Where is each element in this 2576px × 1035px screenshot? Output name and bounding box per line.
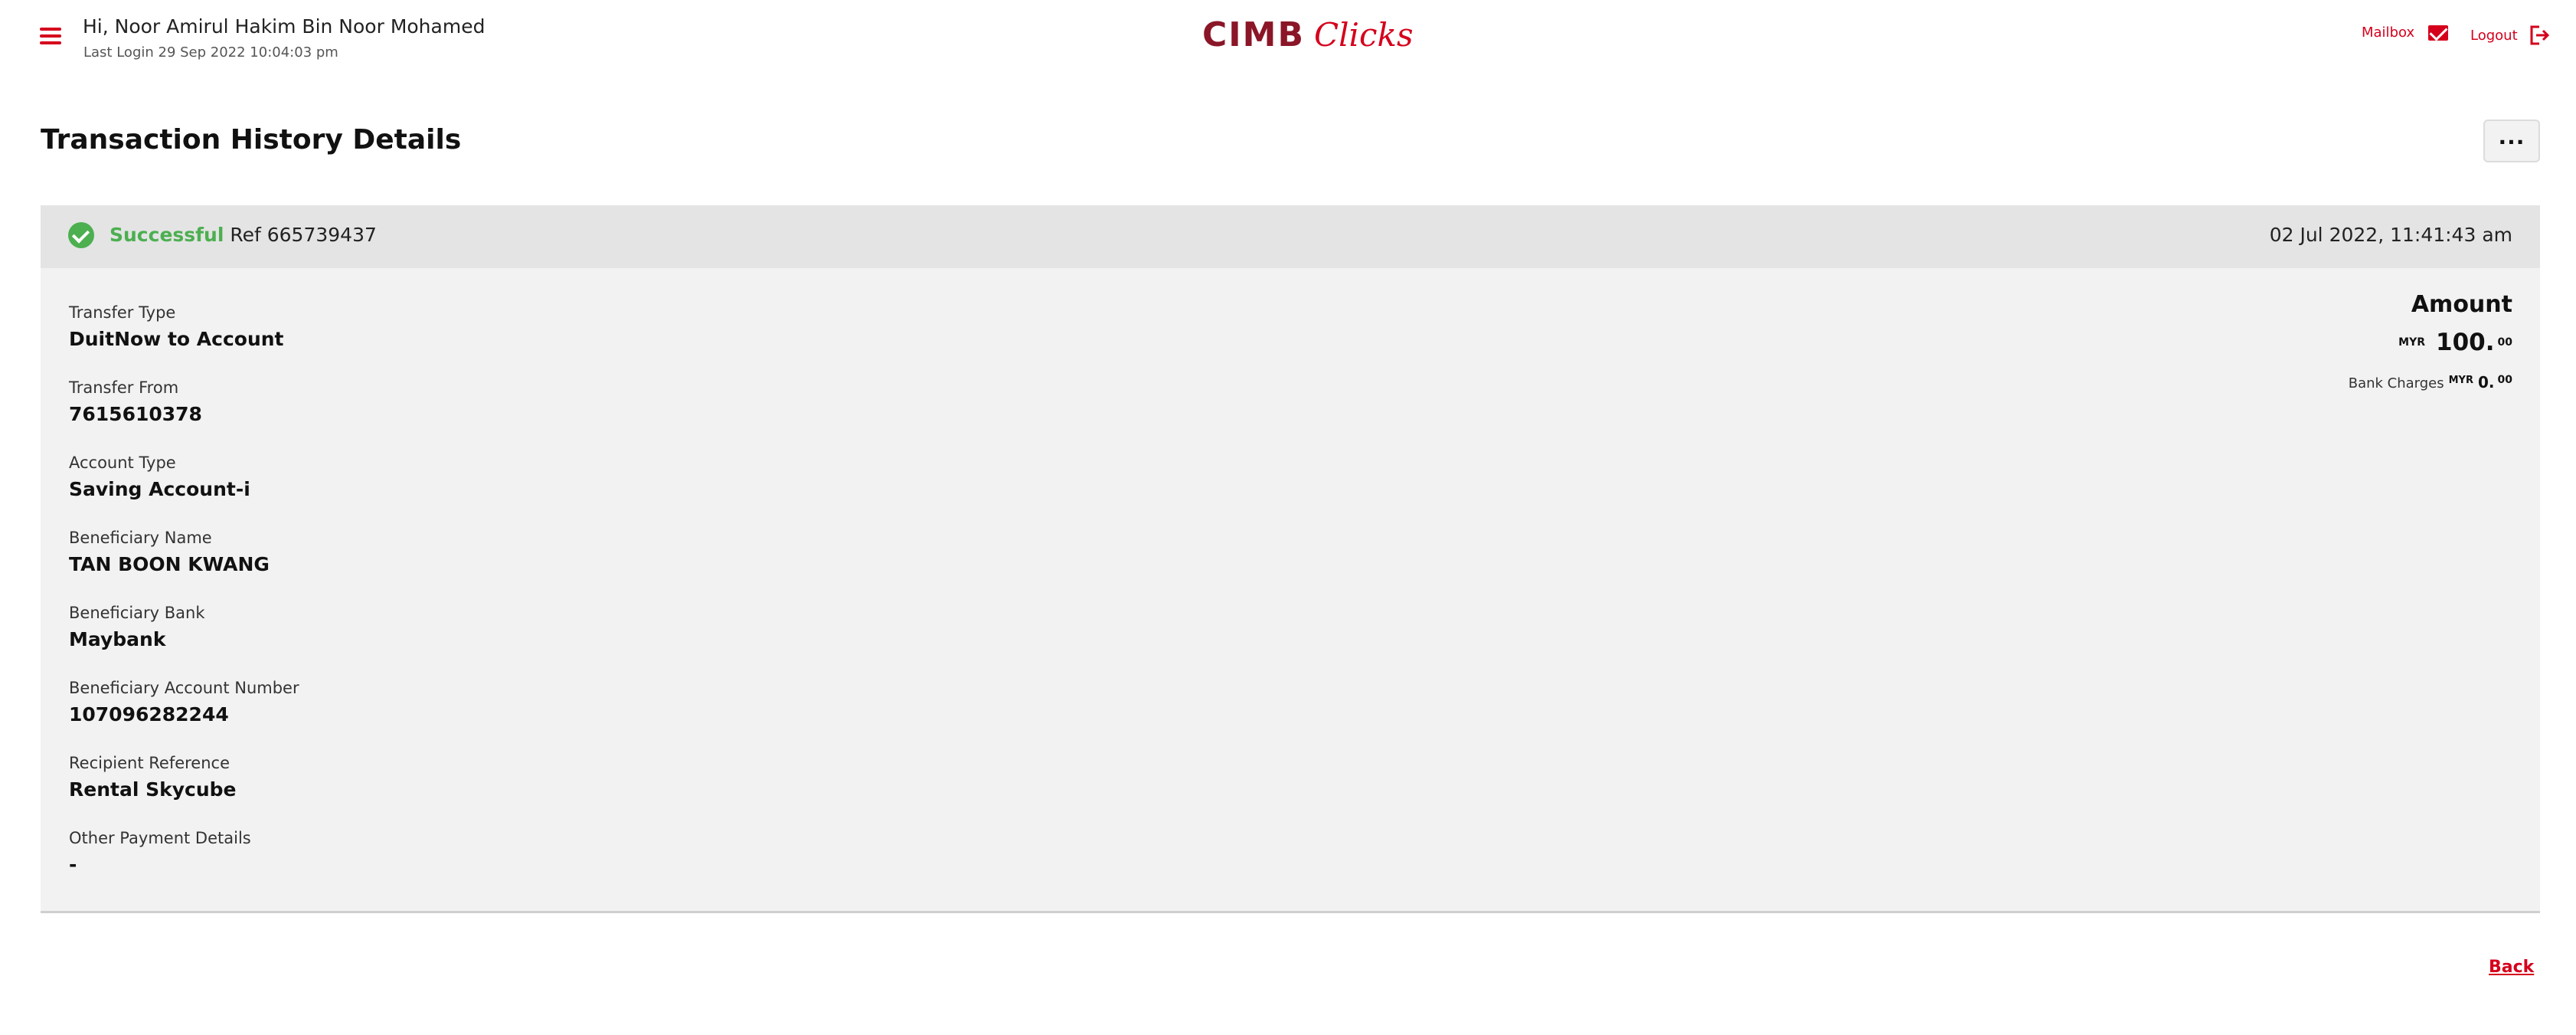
field-label: Beneficiary Name <box>69 529 212 547</box>
amount-label: Amount <box>2411 291 2512 318</box>
logo-clicks-text: Clicks <box>1313 16 1414 54</box>
bank-charges-whole: 0. <box>2478 373 2495 391</box>
field-transfer-type: Transfer Type DuitNow to Account <box>69 303 284 350</box>
user-greeting: Hi, Noor Amirul Hakim Bin Noor Mohamed <box>83 15 485 38</box>
bank-charges-decimal: 00 <box>2497 373 2512 386</box>
field-value: - <box>69 853 77 876</box>
mailbox-label: Mailbox <box>2362 25 2415 41</box>
amount-whole: 100. <box>2436 329 2495 356</box>
logo-cimb-text: CIMB <box>1202 15 1305 54</box>
field-label: Recipient Reference <box>69 754 230 772</box>
field-label: Beneficiary Account Number <box>69 679 299 697</box>
status-bar: Successful Ref 665739437 02 Jul 2022, 11… <box>41 205 2540 268</box>
menu-icon[interactable] <box>40 28 61 44</box>
top-header: Hi, Noor Amirul Hakim Bin Noor Mohamed L… <box>0 0 2576 84</box>
logout-label: Logout <box>2470 27 2518 44</box>
mailbox-link[interactable]: Mailbox <box>2362 25 2449 41</box>
check-circle-icon <box>68 222 94 248</box>
transaction-details-card: Successful Ref 665739437 02 Jul 2022, 11… <box>41 205 2540 913</box>
bank-charges-label: Bank Charges <box>2348 375 2444 391</box>
logout-icon <box>2529 25 2550 46</box>
transaction-datetime: 02 Jul 2022, 11:41:43 am <box>2269 224 2512 246</box>
mail-icon <box>2428 25 2449 41</box>
status-text: Successful Ref 665739437 <box>110 224 377 246</box>
field-value: 7615610378 <box>69 403 202 425</box>
more-options-button[interactable]: ... <box>2483 120 2540 162</box>
field-recipient-reference: Recipient Reference Rental Skycube <box>69 754 237 801</box>
field-beneficiary-bank: Beneficiary Bank Maybank <box>69 604 205 650</box>
field-label: Transfer Type <box>69 303 176 322</box>
field-label: Other Payment Details <box>69 829 251 847</box>
bank-charges: Bank Charges MYR 0. 00 <box>2349 373 2512 391</box>
bank-charges-currency: MYR <box>2448 374 2473 386</box>
reference-number: Ref 665739437 <box>230 224 377 246</box>
field-value: Rental Skycube <box>69 778 237 801</box>
amount-decimal: 00 <box>2497 336 2512 349</box>
back-link[interactable]: Back <box>2489 958 2534 977</box>
field-label: Beneficiary Bank <box>69 604 205 622</box>
field-value: DuitNow to Account <box>69 328 284 350</box>
amount-currency: MYR <box>2398 336 2426 349</box>
more-options-icon: ... <box>2498 124 2525 149</box>
field-label: Transfer From <box>69 378 179 397</box>
amount-block: Amount MYR 100. 00 Bank Charges MYR 0. 00 <box>2349 291 2512 391</box>
field-label: Account Type <box>69 454 176 472</box>
field-beneficiary-name: Beneficiary Name TAN BOON KWANG <box>69 529 270 575</box>
logout-link[interactable]: Logout <box>2470 25 2550 46</box>
field-beneficiary-account-number: Beneficiary Account Number 107096282244 <box>69 679 299 725</box>
field-value: Maybank <box>69 628 166 650</box>
page-title: Transaction History Details <box>41 124 462 156</box>
amount-value: MYR 100. 00 <box>2349 329 2512 356</box>
field-value: Saving Account-i <box>69 478 250 500</box>
status-word: Successful <box>110 224 224 246</box>
field-transfer-from: Transfer From 7615610378 <box>69 378 202 425</box>
field-other-payment-details: Other Payment Details - <box>69 829 251 876</box>
field-account-type: Account Type Saving Account-i <box>69 454 250 500</box>
last-login-text: Last Login 29 Sep 2022 10:04:03 pm <box>83 44 338 61</box>
field-value: TAN BOON KWANG <box>69 553 270 575</box>
field-value: 107096282244 <box>69 703 229 725</box>
cimb-clicks-logo[interactable]: CIMB Clicks <box>1202 15 1414 61</box>
